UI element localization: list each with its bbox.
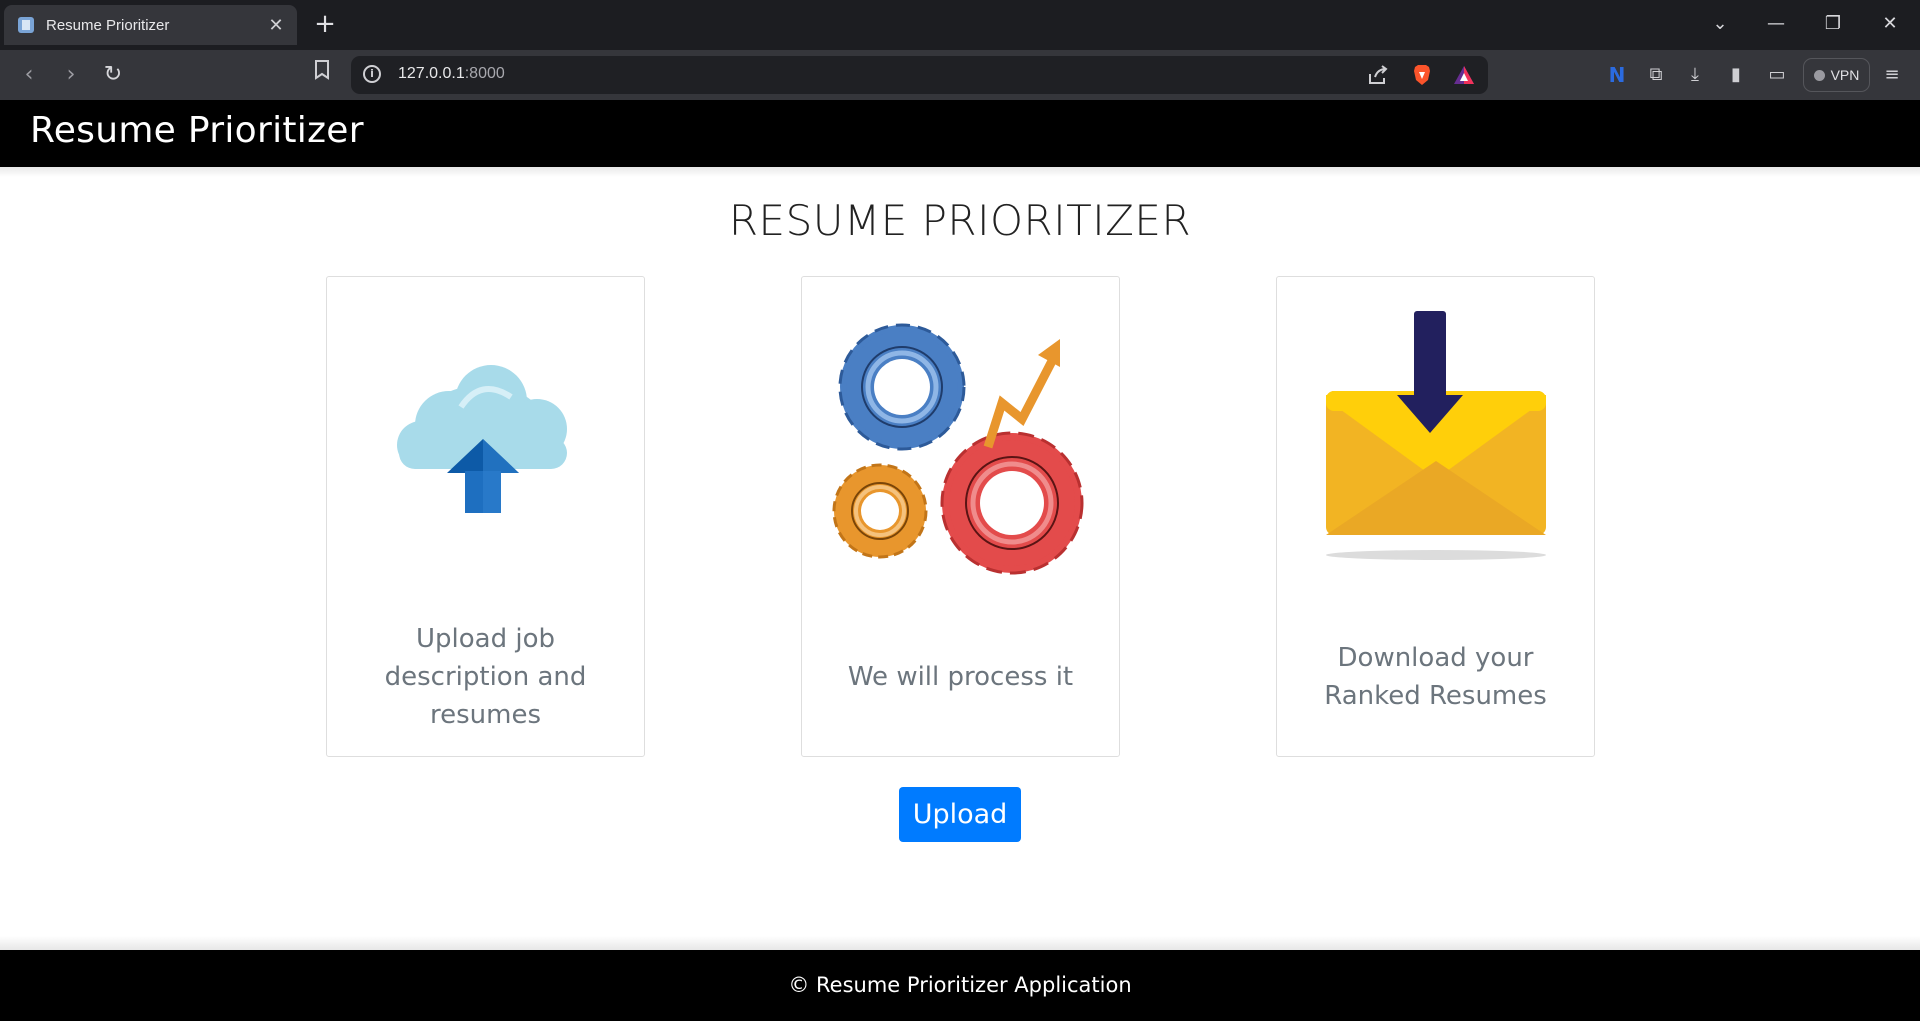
page-title: RESUME PRIORITIZER	[728, 196, 1192, 245]
browser-toolbar: ‹ › ↻ i 127.0.0.1:8000 N ⧉ ⤓ ▮ ▭ VPN ≡	[0, 50, 1920, 100]
cloud-upload-icon	[391, 357, 575, 521]
tab-search-chevron-icon[interactable]: ⌄	[1700, 8, 1740, 40]
close-window-button[interactable]: ✕	[1870, 8, 1910, 40]
vpn-status-icon	[1813, 69, 1825, 81]
forward-button[interactable]: ›	[55, 59, 87, 91]
vpn-label: VPN	[1830, 67, 1860, 83]
back-button[interactable]: ‹	[13, 59, 45, 91]
upload-button[interactable]: Upload	[899, 787, 1021, 842]
menu-icon[interactable]: ≡	[1880, 63, 1904, 87]
downloads-icon[interactable]: ⤓	[1683, 63, 1707, 87]
vpn-button[interactable]: VPN	[1803, 58, 1870, 92]
step-card-process: We will process it	[801, 276, 1120, 757]
bookmark-icon[interactable]	[306, 59, 338, 91]
site-navbar: Resume Prioritizer	[0, 100, 1920, 167]
step-card-download: Download your Ranked Resumes	[1276, 276, 1595, 757]
browser-tab-bar: Resume Prioritizer ✕ + ⌄ — ❐ ✕	[0, 0, 1920, 50]
favicon-icon	[18, 17, 34, 33]
step-text-process: We will process it	[847, 662, 1074, 692]
site-footer: © Resume Prioritizer Application	[0, 950, 1920, 1021]
address-bar[interactable]: i 127.0.0.1:8000	[351, 56, 1488, 94]
envelope-download-icon	[1325, 311, 1547, 565]
extension-n-icon[interactable]: N	[1605, 63, 1629, 87]
share-icon[interactable]	[1367, 64, 1389, 86]
navbar-brand[interactable]: Resume Prioritizer	[30, 110, 364, 151]
navbar-shadow	[0, 167, 1920, 177]
browser-tab[interactable]: Resume Prioritizer ✕	[4, 5, 297, 45]
brave-shields-icon[interactable]	[1411, 64, 1433, 86]
footer-text: © Resume Prioritizer Application	[788, 973, 1132, 997]
url-text: 127.0.0.1:8000	[398, 65, 505, 82]
restore-button[interactable]: ❐	[1813, 8, 1853, 40]
wallet-icon[interactable]: ▭	[1765, 63, 1789, 87]
reload-button[interactable]: ↻	[97, 59, 129, 91]
step-text-upload: Upload job description and resumes	[384, 624, 587, 730]
step-card-upload: Upload job description and resumes	[326, 276, 645, 757]
step-text-download: Download your Ranked Resumes	[1324, 643, 1547, 711]
close-tab-icon[interactable]: ✕	[265, 15, 287, 36]
site-info-icon[interactable]: i	[363, 65, 381, 83]
new-tab-button[interactable]: +	[310, 10, 340, 40]
gears-process-icon	[830, 315, 1094, 585]
footer-shadow	[0, 936, 1920, 950]
sidebar-icon[interactable]: ▮	[1724, 63, 1748, 87]
minimize-button[interactable]: —	[1756, 8, 1796, 40]
extensions-puzzle-icon[interactable]: ⧉	[1644, 63, 1668, 87]
tab-title: Resume Prioritizer	[46, 16, 170, 34]
brave-rewards-icon[interactable]	[1453, 64, 1475, 86]
